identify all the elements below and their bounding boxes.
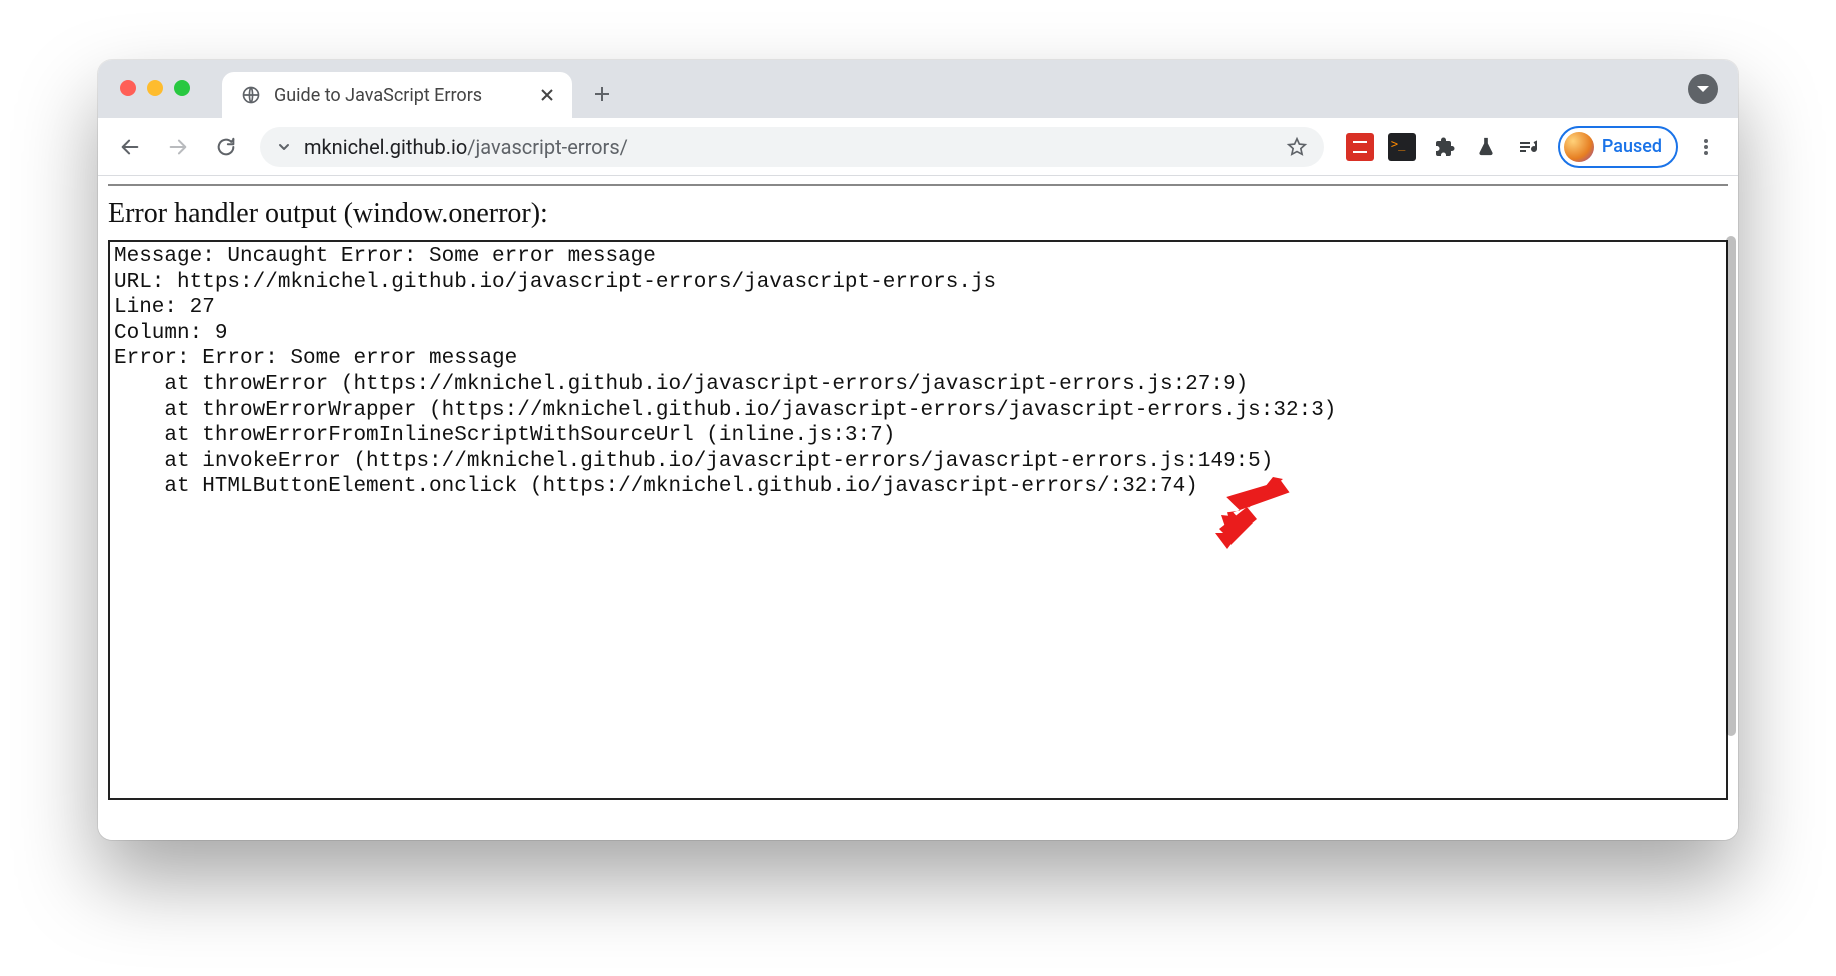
chrome-menu-button[interactable] [1686,127,1726,167]
profile-paused-chip[interactable]: Paused [1558,126,1678,168]
url-path: /javascript-errors/ [467,135,628,159]
close-window-button[interactable] [120,80,136,96]
titlebar: Guide to JavaScript Errors [98,60,1738,118]
globe-icon [240,84,262,106]
extension-terminal-icon[interactable] [1388,133,1416,161]
tab-title: Guide to JavaScript Errors [274,85,482,106]
close-tab-button[interactable] [536,84,558,106]
page-content: Error handler output (window.onerror): M… [98,176,1738,840]
bookmark-star-button[interactable] [1286,136,1308,158]
address-bar[interactable]: mknichel.github.io/javascript-errors/ [260,127,1324,167]
page-viewport: Error handler output (window.onerror): M… [98,176,1738,840]
minimize-window-button[interactable] [147,80,163,96]
forward-button[interactable] [158,127,198,167]
tab-search-button[interactable] [1688,74,1718,104]
profile-status-label: Paused [1602,136,1662,157]
error-output-box: Message: Uncaught Error: Some error mess… [108,240,1728,800]
url-host: mknichel.github.io [304,135,467,159]
media-control-icon[interactable] [1514,133,1542,161]
url-text: mknichel.github.io/javascript-errors/ [304,135,628,159]
labs-flask-icon[interactable] [1472,133,1500,161]
extension-icons [1338,133,1550,161]
profile-avatar-icon [1564,132,1594,162]
extensions-puzzle-icon[interactable] [1430,133,1458,161]
back-button[interactable] [110,127,150,167]
horizontal-rule [108,184,1728,186]
extension-storage-icon[interactable] [1346,133,1374,161]
window-controls [120,80,190,96]
maximize-window-button[interactable] [174,80,190,96]
toolbar: mknichel.github.io/javascript-errors/ Pa… [98,118,1738,176]
new-tab-button[interactable] [582,74,622,114]
vertical-scrollbar[interactable] [1726,236,1736,736]
browser-tab[interactable]: Guide to JavaScript Errors [222,72,572,118]
site-info-button[interactable] [276,139,292,155]
browser-window: Guide to JavaScript Errors mknichel.gith… [98,60,1738,840]
reload-button[interactable] [206,127,246,167]
section-title: Error handler output (window.onerror): [108,198,1728,230]
